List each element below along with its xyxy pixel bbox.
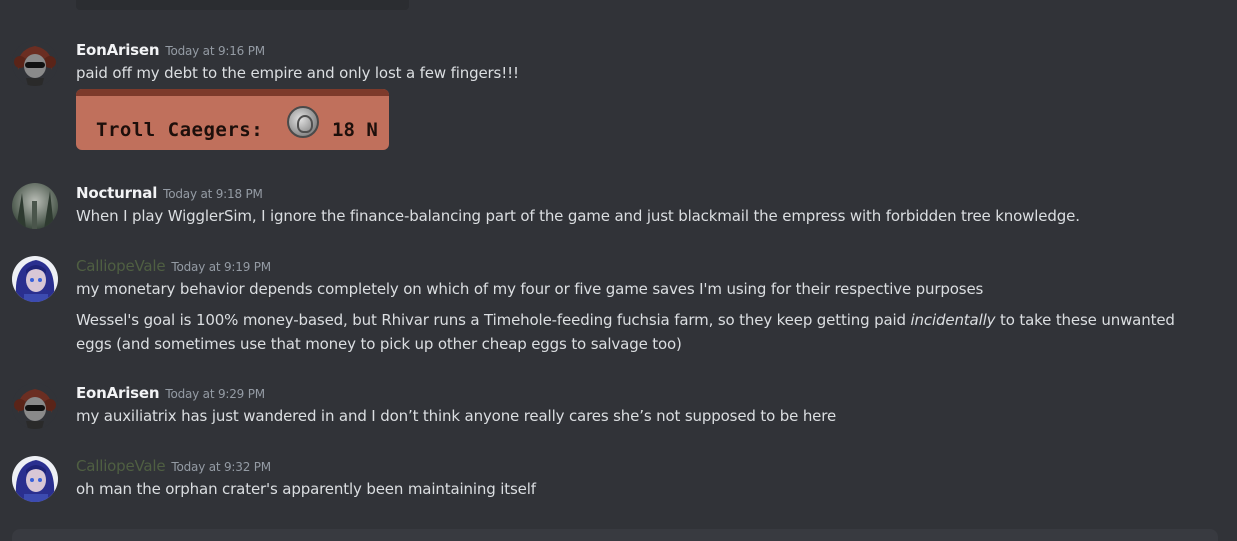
username[interactable]: Nocturnal (76, 184, 157, 202)
username[interactable]: CalliopeVale (76, 457, 166, 475)
message-text: paid off my debt to the empire and only … (76, 64, 519, 82)
caeger-coin-icon (287, 106, 319, 138)
avatar[interactable] (12, 383, 58, 429)
message-text-italic: incidentally (910, 311, 996, 329)
avatar[interactable] (12, 40, 58, 86)
message-composer[interactable] (12, 529, 1218, 541)
username[interactable]: EonArisen (76, 384, 160, 402)
avatar[interactable] (12, 256, 58, 302)
message-header: EonArisen Today at 9:16 PM (76, 40, 265, 59)
image-attachment[interactable]: Troll Caegers: 18 N (76, 89, 389, 150)
timestamp[interactable]: Today at 9:18 PM (163, 187, 263, 201)
message-text: When I play WigglerSim, I ignore the fin… (76, 207, 1080, 225)
timestamp[interactable]: Today at 9:19 PM (171, 260, 271, 274)
image-caption-amount: 18 N (332, 119, 378, 141)
timestamp[interactable]: Today at 9:32 PM (171, 460, 271, 474)
username[interactable]: EonArisen (76, 41, 160, 59)
message-header: CalliopeVale Today at 9:19 PM (76, 256, 271, 275)
message-header: CalliopeVale Today at 9:32 PM (76, 456, 271, 475)
username[interactable]: CalliopeVale (76, 257, 166, 275)
message-text: oh man the orphan crater's apparently be… (76, 480, 536, 498)
message-text-part: Wessel's goal is 100% money-based, but R… (76, 311, 911, 329)
timestamp[interactable]: Today at 9:16 PM (165, 44, 265, 58)
avatar[interactable] (12, 183, 58, 229)
timestamp[interactable]: Today at 9:29 PM (165, 387, 265, 401)
image-caption-label: Troll Caegers: (96, 119, 264, 141)
message-text: my monetary behavior depends completely … (76, 280, 984, 298)
message-header: Nocturnal Today at 9:18 PM (76, 183, 263, 202)
message-text: Wessel's goal is 100% money-based, but R… (76, 308, 1206, 356)
previous-embed-edge (76, 0, 409, 10)
avatar[interactable] (12, 456, 58, 502)
image-border (76, 89, 389, 96)
message-text: my auxiliatrix has just wandered in and … (76, 407, 837, 425)
message-header: EonArisen Today at 9:29 PM (76, 383, 265, 402)
